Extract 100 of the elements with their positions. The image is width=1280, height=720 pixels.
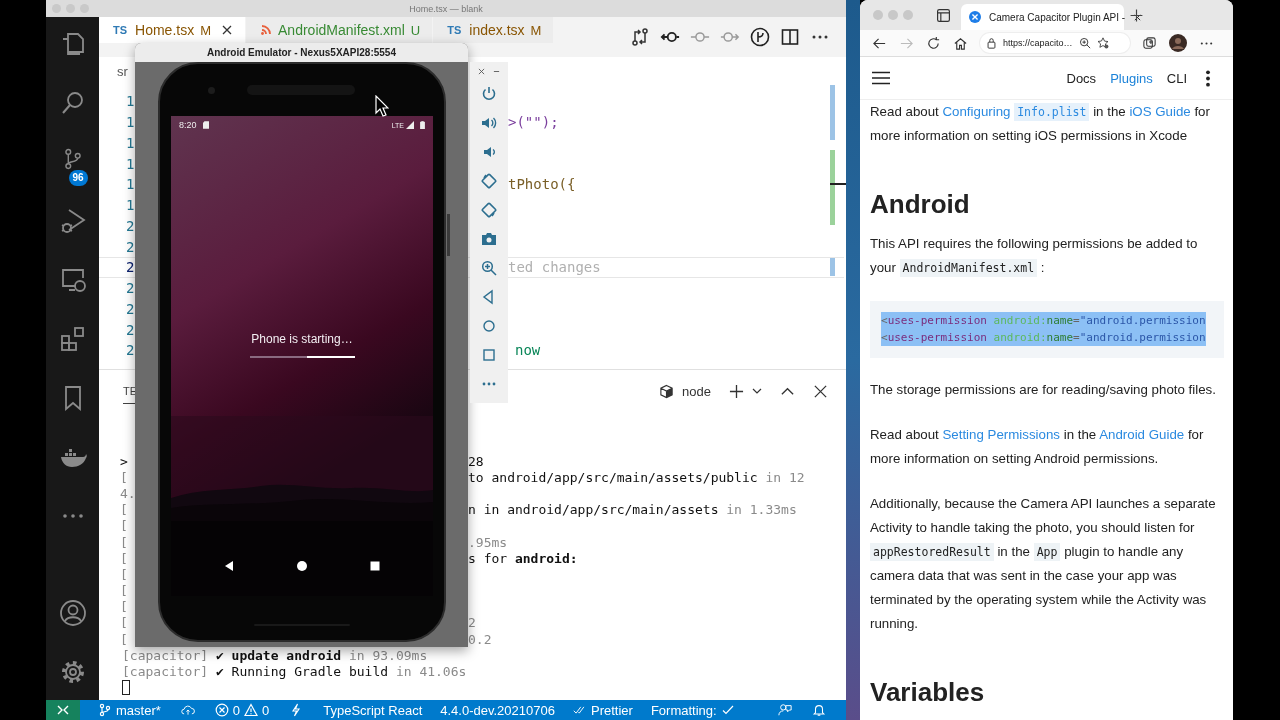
rotate-left-icon[interactable]	[481, 173, 497, 189]
zoom-icon[interactable]	[481, 260, 497, 276]
close-icon[interactable]	[813, 383, 828, 399]
text-link[interactable]: Configuring	[942, 104, 1011, 119]
breadcrumb[interactable]: sr	[117, 63, 128, 79]
collections-icon[interactable]	[1142, 35, 1157, 51]
ruler-mark	[830, 183, 846, 185]
code-text: tPhoto({	[508, 176, 576, 193]
split-editor-icon[interactable]	[780, 27, 800, 47]
terminal-text: [capacitor] ✔ Running Gradle build in 41.06s	[121, 664, 467, 680]
terminal-text: [	[120, 518, 128, 534]
tab-actions-icon[interactable]	[936, 7, 951, 23]
paragraph: This API requires the following permissions be added to your AndroidManifest.xml :	[870, 235, 1199, 279]
code-term: AndroidManifest.xml	[899, 259, 1038, 277]
line-number: 1	[126, 93, 135, 110]
nav-link[interactable]: Docs	[1066, 70, 1097, 86]
plus-icon[interactable]	[729, 383, 744, 399]
line-number: 1	[126, 155, 135, 172]
account-icon[interactable]	[58, 599, 87, 627]
branch-circle-icon[interactable]	[750, 27, 770, 47]
sd-card-icon	[202, 121, 209, 129]
version-label[interactable]: 4.4.0-dev.20210706	[440, 702, 555, 718]
terminal-text: [	[120, 583, 128, 599]
text-link[interactable]: Setting Permissions	[942, 427, 1060, 442]
paragraph: The storage permissions are for reading/saving photo files.	[870, 381, 1217, 399]
line-number: 2	[126, 259, 135, 276]
terminal-text: .95ms	[468, 534, 508, 550]
line-number: 1	[126, 114, 135, 131]
change-marker	[830, 258, 835, 276]
minimize-icon[interactable]	[493, 68, 500, 75]
line-number: 2	[126, 280, 135, 297]
home-icon[interactable]	[296, 560, 308, 572]
error-icon	[214, 703, 229, 717]
code-text: now	[514, 342, 541, 359]
line-number: 2	[126, 342, 135, 359]
reload-icon[interactable]	[926, 35, 941, 51]
language-mode[interactable]: TypeScript React	[323, 702, 423, 718]
editor-tab[interactable]: AndroidManifest.xml U	[246, 17, 434, 43]
overview-icon[interactable]	[369, 560, 381, 572]
terminal-text: [	[120, 615, 128, 631]
chevron-down-icon[interactable]	[752, 386, 762, 396]
avatar-icon[interactable]	[1169, 34, 1187, 52]
terminal-text: 4.	[120, 485, 136, 501]
nav-link[interactable]: CLI	[1166, 70, 1187, 86]
terminal-text: 2	[468, 615, 476, 631]
bell-icon[interactable]	[812, 703, 826, 717]
code-term: appRestoredResult	[870, 543, 994, 561]
problems-item[interactable]: 0 0	[214, 702, 270, 718]
back-icon[interactable]	[223, 560, 235, 572]
terminal-text: [	[120, 534, 128, 550]
warning-icon	[244, 703, 259, 717]
signal-icon	[406, 121, 414, 129]
code-text: >("");	[508, 114, 559, 131]
terminal-text: 0.2	[468, 631, 492, 647]
text-link[interactable]: Android Guide	[1099, 427, 1185, 442]
line-number: 2	[126, 217, 135, 234]
volume-down-icon[interactable]	[481, 144, 497, 160]
close-icon[interactable]	[221, 24, 234, 36]
terminal-text: to android/app/src/main/assets/public in 12	[468, 469, 805, 485]
section-heading: Variables	[870, 676, 986, 708]
terminal-text: n in android/app/src/main/assets in 1.33ms	[468, 502, 797, 518]
terminal-text: >	[120, 453, 128, 469]
menu-icon[interactable]	[872, 71, 890, 85]
code-term: App	[1033, 543, 1061, 561]
text-cursor	[122, 680, 130, 696]
cube-icon	[659, 383, 675, 399]
paragraph: Read about Configuring Info.plist in the iOS Guide for more information on setting iOS permissions in Xcode	[870, 102, 1211, 145]
favicon-icon	[969, 11, 981, 23]
window-title: Home.tsx — blank	[409, 3, 483, 14]
feedback-icon[interactable]	[778, 703, 792, 717]
text-link[interactable]: Info.plist	[1014, 103, 1090, 121]
text-link[interactable]: iOS Guide	[1129, 104, 1191, 119]
editor-tab[interactable]: TS Home.tsx M	[99, 17, 247, 43]
prettier-item[interactable]: Prettier	[572, 702, 633, 718]
kebab-menu-icon[interactable]	[1205, 69, 1211, 87]
rss-icon	[260, 24, 273, 36]
extensions-icon[interactable]	[58, 325, 87, 353]
compare-changes-icon[interactable]	[630, 27, 650, 47]
camera-icon[interactable]	[481, 231, 497, 247]
paragraph: Additionally, because the Camera API launches a separate Activity to handle taking the photo, you should listen for appRestoredResult in the App plugin to handle any camera data that was sent in the case your app was terminated by the operating system while the Activity was running.	[870, 495, 1217, 633]
terminal-text: [	[120, 550, 128, 566]
address-bar[interactable]: https://capacito…	[980, 33, 1130, 53]
branch-item[interactable]: master*	[98, 702, 161, 718]
line-number: 2	[126, 300, 135, 317]
nav-link[interactable]: Plugins	[1110, 70, 1153, 86]
volume-up-icon[interactable]	[481, 115, 497, 131]
window-title: Android Emulator - Nexus5XAPI28:5554	[135, 43, 468, 62]
home-icon[interactable]	[953, 35, 968, 51]
power-icon[interactable]	[481, 86, 497, 102]
paragraph: Read about Setting Permissions in the Android Guide for more information on setting Android permissions.	[870, 426, 1205, 468]
code-text: ted changes	[508, 259, 601, 276]
plus-icon[interactable]	[1129, 7, 1144, 23]
editor-tab[interactable]: TS index.tsx M	[433, 17, 555, 43]
cloud-upload-icon[interactable]	[180, 703, 195, 717]
rotate-right-icon[interactable]	[481, 202, 497, 218]
badge: 96	[68, 170, 88, 186]
terminal-name[interactable]: node	[682, 383, 711, 399]
formatting-item[interactable]: Formatting:	[650, 702, 735, 718]
remote-icon[interactable]	[46, 700, 80, 720]
clock: 8:20	[179, 120, 197, 130]
